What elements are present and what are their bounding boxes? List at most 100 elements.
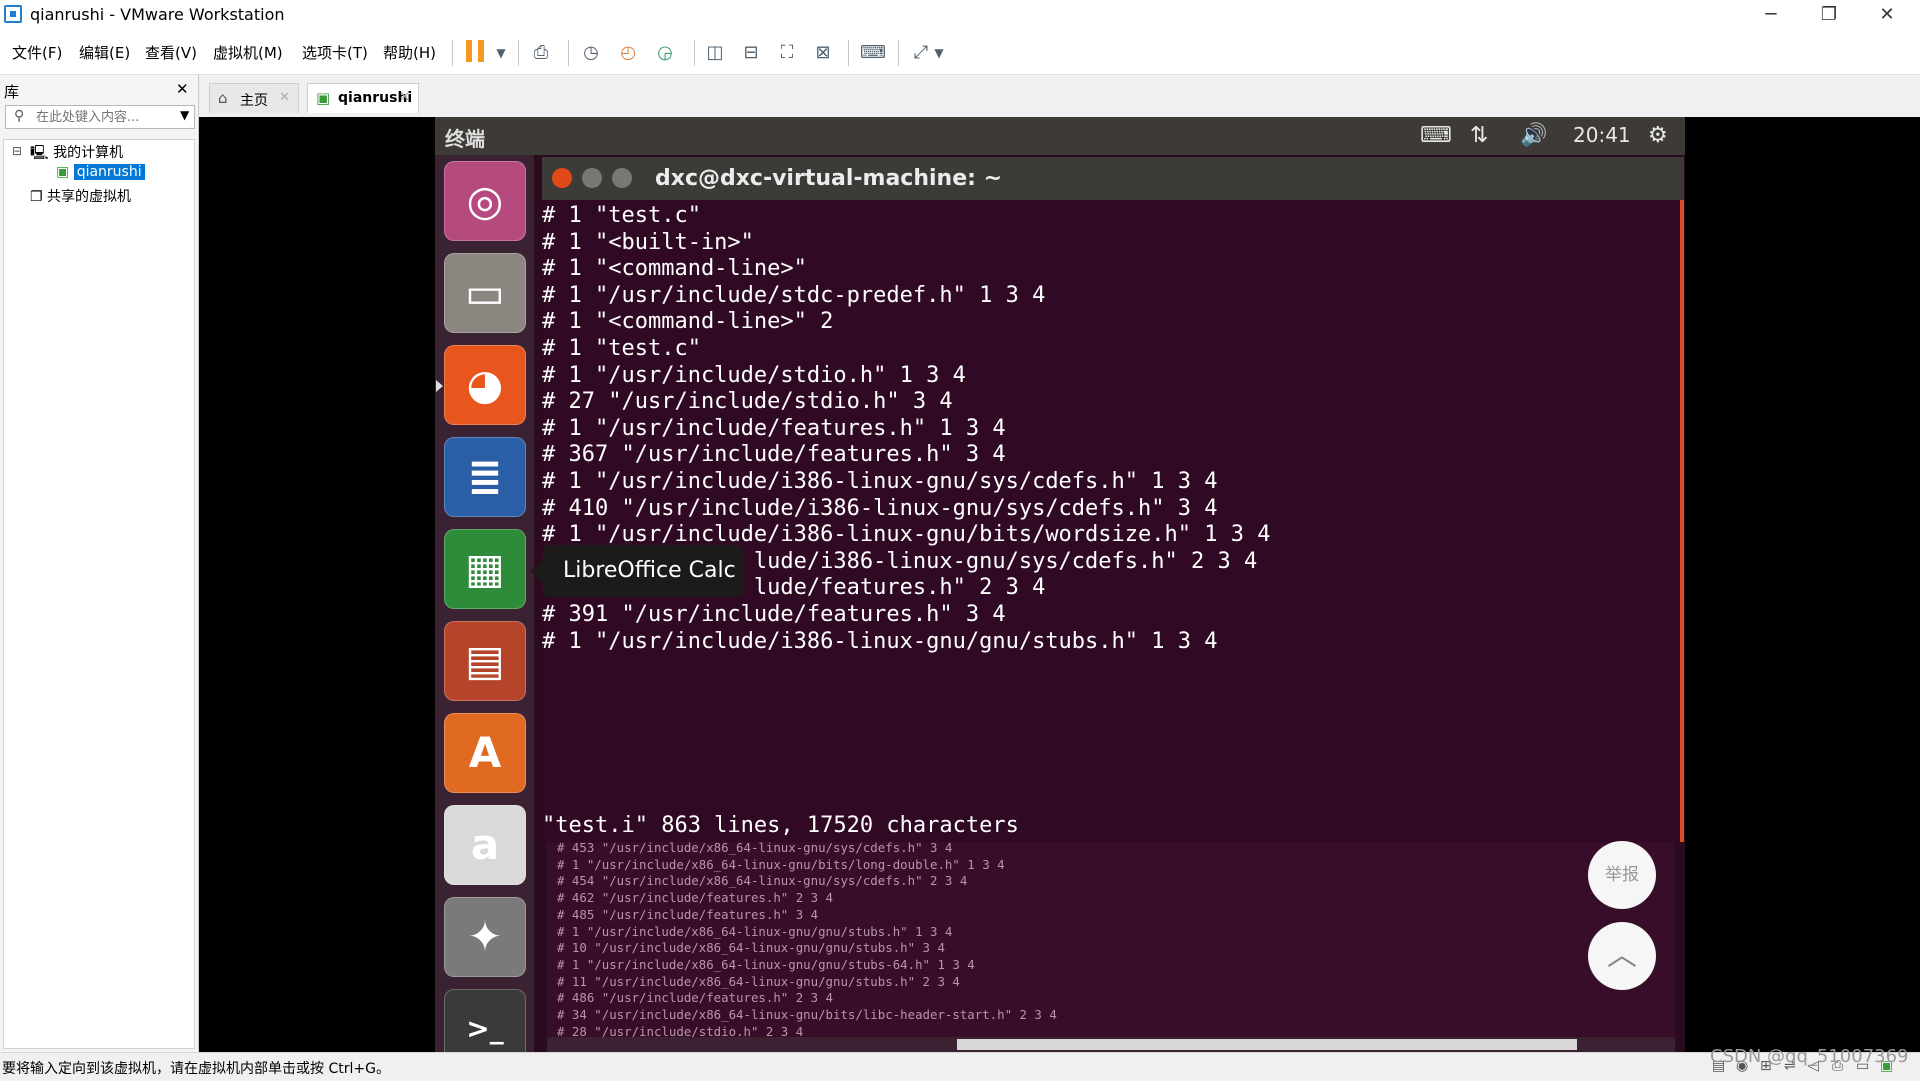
amazon-icon[interactable]: a bbox=[444, 805, 526, 885]
tree-toggle-icon[interactable]: ⊟ bbox=[12, 144, 22, 158]
thumbnail-bar-icon[interactable]: ⊟ bbox=[738, 40, 764, 66]
terminal-titlebar[interactable]: dxc@dxc-virtual-machine: ~ bbox=[542, 157, 1684, 200]
menu-vm[interactable]: 虚拟机(M) bbox=[213, 42, 283, 63]
power-gear-icon[interactable]: ⚙ bbox=[1648, 123, 1668, 148]
background-terminal-output: # 453 "/usr/include/x86_64-linux-gnu/sys… bbox=[557, 842, 1057, 1037]
scrollbar-thumb[interactable] bbox=[957, 1039, 1577, 1050]
clock[interactable]: 20:41 bbox=[1573, 123, 1631, 147]
background-terminal-line: # 11 "/usr/include/x86_64-linux-gnu/gnu/… bbox=[557, 973, 960, 989]
library-title: 库 bbox=[4, 83, 20, 101]
library-tree: ⊟ 🖳 我的计算机 ▣ qianrushi ❐ 共享的虚拟机 bbox=[3, 139, 195, 1049]
library-panel: 库 ✕ ⚲ ▼ ⊟ 🖳 我的计算机 ▣ qianrushi ❐ 共享的虚拟机 bbox=[0, 75, 199, 1052]
terminal-maximize-icon[interactable] bbox=[612, 168, 632, 188]
background-terminal-line: # 10 "/usr/include/x86_64-linux-gnu/gnu/… bbox=[557, 940, 945, 956]
stretch-guest-icon[interactable]: ⤢ bbox=[908, 40, 934, 66]
background-terminal-line: # 1 "/usr/include/x86_64-linux-gnu/gnu/s… bbox=[557, 923, 953, 939]
terminal-line: # 1 "<command-line>" bbox=[542, 256, 807, 282]
background-terminal-line: # 1 "/usr/include/x86_64-linux-gnu/gnu/s… bbox=[557, 956, 975, 972]
network-icon[interactable]: ⇅ bbox=[1470, 123, 1488, 148]
calc-icon[interactable]: ▦ bbox=[444, 529, 526, 609]
active-app-title: 终端 bbox=[445, 127, 485, 151]
writer-icon[interactable]: ≣ bbox=[444, 437, 526, 517]
active-indicator-icon bbox=[436, 380, 443, 392]
terminal-line: # 391 "/usr/include/features.h" 3 4 bbox=[542, 601, 1006, 627]
ubuntu-top-panel: 终端 ⌨ ⇅ 🔊 20:41 ⚙ bbox=[435, 117, 1685, 155]
tree-item-my-computer[interactable]: 🖳 我的计算机 bbox=[30, 142, 123, 166]
terminal-minimize-icon[interactable] bbox=[582, 168, 602, 188]
home-icon: ⌂ bbox=[218, 89, 228, 107]
status-bar: 要将输入定向到该虚拟机，请在虚拟机内部单击或按 Ctrl+G。 bbox=[0, 1052, 1920, 1081]
files-icon[interactable]: ▭ bbox=[444, 253, 526, 333]
terminal-line: # 1 "<command-line>" 2 bbox=[542, 309, 834, 335]
terminal-line: # 1 "<built-in>" bbox=[542, 229, 754, 255]
tree-item-qianrushi[interactable]: ▣ qianrushi bbox=[56, 164, 145, 180]
search-icon: ⚲ bbox=[14, 108, 25, 124]
calc-glyph: ▦ bbox=[465, 544, 505, 593]
unity-icon[interactable]: ⊠ bbox=[810, 40, 836, 66]
tab-qianrushi[interactable]: ▣ qianrushi ✕ bbox=[307, 83, 419, 113]
library-search[interactable]: ⚲ ▼ bbox=[5, 105, 195, 129]
launcher-tooltip: LibreOffice Calc bbox=[531, 545, 743, 597]
show-library-icon[interactable]: ◫ bbox=[702, 40, 728, 66]
system-settings-icon[interactable]: ✦ bbox=[444, 897, 526, 977]
ubuntu-launcher: ◎ ▭ ◕ ≣ ▦ ▤ Aa ✦ >_ bbox=[435, 155, 534, 1069]
background-terminal-line: # 462 "/usr/include/features.h" 2 3 4 bbox=[557, 890, 834, 906]
background-terminal-line: # 486 "/usr/include/features.h" 2 3 4 bbox=[557, 990, 834, 1006]
background-terminal-line: # 28 "/usr/include/stdio.h" 2 3 4 bbox=[557, 1023, 804, 1037]
chevron-down-icon[interactable]: ▼ bbox=[180, 108, 189, 122]
vm-icon: ▣ bbox=[56, 164, 70, 180]
library-search-input[interactable] bbox=[36, 108, 166, 126]
full-screen-icon[interactable]: ⛶ bbox=[774, 40, 800, 66]
menu-file[interactable]: 文件(F) bbox=[12, 42, 62, 63]
terminal-line: # 27 "/usr/include/stdio.h" 3 4 bbox=[542, 389, 953, 415]
tree-item-shared-vms[interactable]: ❐ 共享的虚拟机 bbox=[30, 186, 131, 206]
back-to-top-button[interactable]: ︿ bbox=[1588, 922, 1656, 990]
impress-icon[interactable]: ▤ bbox=[444, 621, 526, 701]
terminal-status-line: "test.i" 863 lines, 17520 characters bbox=[542, 813, 1019, 838]
tree-item-label: 我的计算机 bbox=[53, 145, 124, 161]
vmware-app-icon bbox=[4, 5, 22, 23]
amazon-glyph: a bbox=[470, 820, 500, 869]
close-tab-icon[interactable]: ✕ bbox=[399, 90, 410, 105]
terminal-close-icon[interactable] bbox=[552, 168, 572, 188]
title-bar: qianrushi - VMware Workstation ─ ❐ ✕ bbox=[0, 0, 1920, 30]
software-center-icon[interactable]: A bbox=[444, 713, 526, 793]
tree-item-label: 共享的虚拟机 bbox=[47, 189, 132, 205]
terminal-line: # 1 "test.c" bbox=[542, 335, 701, 361]
impress-glyph: ▤ bbox=[465, 636, 505, 685]
view-dropdown-icon[interactable]: ▼ bbox=[932, 40, 946, 66]
background-terminal-line: # 34 "/usr/include/x86_64-linux-gnu/bits… bbox=[557, 1007, 1057, 1023]
menu-view[interactable]: 查看(V) bbox=[145, 42, 197, 63]
firefox-glyph: ◕ bbox=[466, 360, 504, 409]
firefox-icon[interactable]: ◕ bbox=[444, 345, 526, 425]
revert-snapshot-icon[interactable]: ◴ bbox=[615, 40, 641, 66]
power-dropdown-icon[interactable]: ▼ bbox=[488, 40, 514, 66]
snapshot-icon[interactable]: ◷ bbox=[578, 40, 604, 66]
send-ctrl-alt-del-icon[interactable]: ⎙ bbox=[528, 40, 554, 66]
horizontal-scrollbar[interactable] bbox=[547, 1037, 1675, 1052]
terminal-line: # 1 "/usr/include/i386-linux-gnu/gnu/stu… bbox=[542, 628, 1218, 654]
terminal-line: # 1 "/usr/include/stdc-predef.h" 1 3 4 bbox=[542, 282, 1046, 308]
terminal-line: # 1 "/usr/include/stdio.h" 1 3 4 bbox=[542, 362, 966, 388]
library-close-button[interactable]: ✕ bbox=[176, 80, 189, 98]
files-glyph: ▭ bbox=[465, 268, 505, 317]
snapshot-manager-icon[interactable]: ◶ bbox=[652, 40, 678, 66]
menu-edit[interactable]: 编辑(E) bbox=[79, 42, 130, 63]
keyboard-icon[interactable]: ⌨ bbox=[1420, 123, 1452, 148]
tab-home[interactable]: ⌂ 主页 ✕ bbox=[209, 83, 299, 113]
close-button[interactable]: ✕ bbox=[1858, 0, 1916, 30]
pause-icon[interactable] bbox=[466, 40, 486, 62]
terminal-line: # 1 "/usr/include/i386-linux-gnu/sys/cde… bbox=[542, 468, 1218, 494]
terminal-line: # 410 "/usr/include/i386-linux-gnu/sys/c… bbox=[542, 495, 1218, 521]
ubuntu-dash-icon[interactable]: ◎ bbox=[444, 161, 526, 241]
menu-tabs[interactable]: 选项卡(T) bbox=[302, 42, 368, 63]
menu-bar: 文件(F) 编辑(E) 查看(V) 虚拟机(M) 选项卡(T) 帮助(H) ▼ … bbox=[0, 30, 1920, 75]
minimize-button[interactable]: ─ bbox=[1742, 0, 1800, 30]
restore-button[interactable]: ❐ bbox=[1800, 0, 1858, 30]
report-button[interactable]: 举报 bbox=[1588, 841, 1656, 909]
menu-help[interactable]: 帮助(H) bbox=[383, 42, 436, 63]
close-tab-icon[interactable]: ✕ bbox=[279, 90, 290, 105]
terminal-line: # 1 "/usr/include/features.h" 1 3 4 bbox=[542, 415, 1006, 441]
volume-icon[interactable]: 🔊 bbox=[1520, 123, 1547, 148]
console-view-icon[interactable]: ⌨ bbox=[860, 40, 886, 66]
